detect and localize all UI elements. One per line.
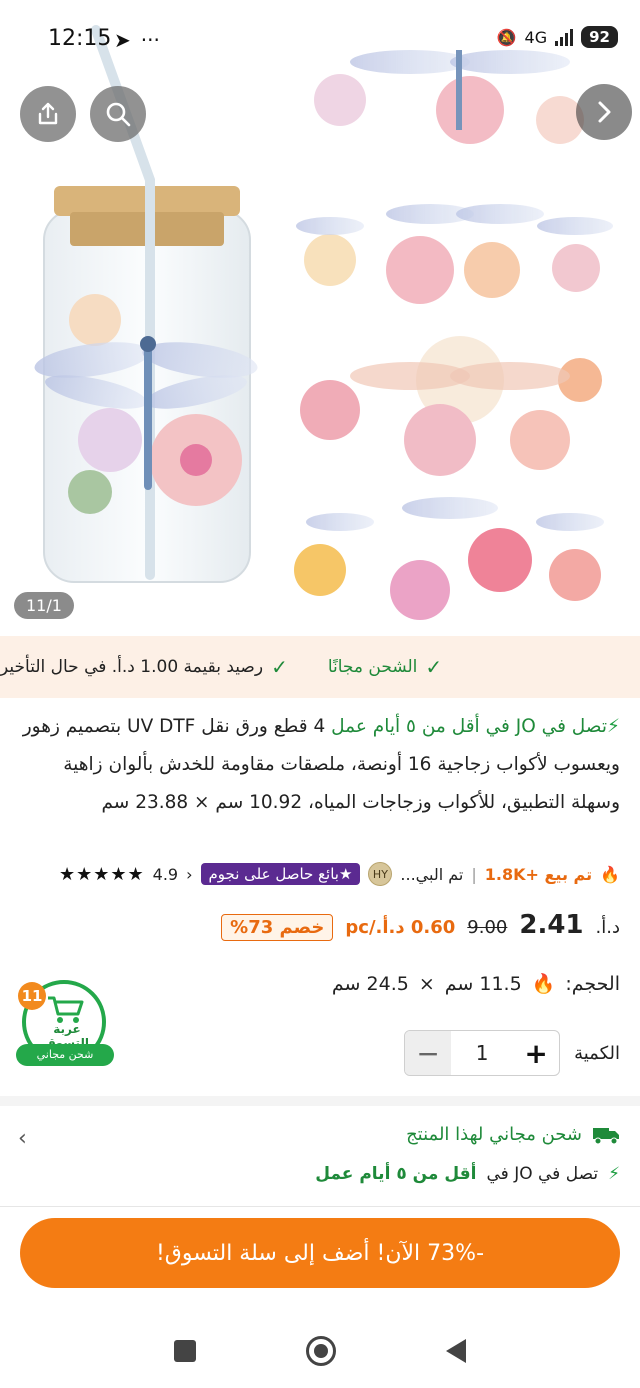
truck-icon xyxy=(593,1127,619,1144)
telegram-icon: ➤ xyxy=(114,28,131,52)
product-meta-row: 🔥 تم بيع +1.8K | تم البي... HY ★بائع حاص… xyxy=(18,862,620,886)
floating-cart-button[interactable]: 11 عربة التسوق شحن مجاني xyxy=(16,976,114,1068)
current-price: 2.41 xyxy=(519,910,584,940)
product-page: 11/1 12:15 ➤ ··· 🔕 4G 92 ✓ الشحن مجانًا … xyxy=(0,0,640,1388)
seller-avatar[interactable]: HY xyxy=(368,862,393,886)
product-image xyxy=(34,25,613,620)
gallery-next-button[interactable] xyxy=(576,84,632,140)
mute-icon: 🔕 xyxy=(496,27,517,47)
more-dots-icon: ··· xyxy=(140,28,160,52)
image-counter: 11/1 xyxy=(14,592,74,619)
search-icon xyxy=(106,102,131,127)
size-option-a[interactable]: 11.5 سم xyxy=(445,973,522,995)
cart-free-shipping: شحن مجاني xyxy=(16,1044,114,1066)
status-right: 🔕 4G 92 xyxy=(497,26,618,48)
size-times: × xyxy=(418,972,435,995)
fast-delivery-text: تصل في JO في أقل من ٥ أيام عمل xyxy=(331,716,607,737)
share-icon xyxy=(38,102,58,125)
lightning-icon: ⚡ xyxy=(608,1164,620,1184)
check-icon: ✓ xyxy=(271,655,288,679)
sold-count: تم بيع +1.8K xyxy=(484,864,593,884)
back-button[interactable] xyxy=(446,1339,466,1363)
status-notification-icons: ➤ ··· xyxy=(114,28,160,52)
quantity-increase-button[interactable]: + xyxy=(513,1031,559,1075)
home-button[interactable] xyxy=(306,1336,336,1366)
chevron-left-icon[interactable]: ‹ xyxy=(18,1126,27,1151)
size-option-b[interactable]: 24.5 سم xyxy=(332,973,409,995)
free-shipping-title: شحن مجاني لهذا المنتج xyxy=(406,1124,582,1145)
delay-credit-text: رصيد بقيمة 1.00 د.أ. في حال التأخير xyxy=(0,657,264,677)
delivery-estimate-row: ⚡ تصل في JO في أقل من ٥ أيام عمل xyxy=(315,1164,620,1184)
quantity-label: الكمية xyxy=(574,1042,620,1064)
product-title: ⚡تصل في JO في أقل من ٥ أيام عمل 4 قطع ور… xyxy=(18,708,620,822)
divider-line xyxy=(0,1206,640,1207)
divider: | xyxy=(471,864,477,884)
quantity-value[interactable]: 1 xyxy=(451,1041,513,1065)
recents-button[interactable] xyxy=(174,1340,196,1362)
quantity-row: الكمية − 1 + xyxy=(404,1030,620,1076)
signal-icon xyxy=(555,28,574,46)
status-time: 12:15 xyxy=(48,26,112,51)
free-shipping-item: ✓ الشحن مجانًا xyxy=(328,655,442,679)
share-button[interactable] xyxy=(20,86,76,142)
shipping-strip[interactable]: ✓ الشحن مجانًا ✓ رصيد بقيمة 1.00 د.أ. في… xyxy=(0,636,640,698)
quantity-stepper[interactable]: − 1 + xyxy=(404,1030,561,1076)
add-to-cart-button[interactable]: -73% الآن! أضف إلى سلة التسوق! xyxy=(20,1218,620,1288)
delay-credit-item: ✓ رصيد بقيمة 1.00 د.أ. في حال التأخير xyxy=(0,655,288,679)
chevron-right-icon xyxy=(598,101,611,123)
fire-icon: 🔥 xyxy=(600,864,620,884)
system-nav-bar xyxy=(0,1314,640,1388)
status-bar: 12:15 ➤ ··· 🔕 4G 92 xyxy=(0,0,640,76)
free-shipping-row[interactable]: شحن مجاني لهذا المنتج xyxy=(406,1124,620,1145)
fire-icon: 🔥 xyxy=(531,973,556,995)
free-shipping-text: الشحن مجانًا xyxy=(327,657,418,677)
star-seller-badge: ★بائع حاصل على نجوم xyxy=(200,863,361,885)
price-row: د.أ. 2.41 9.00 0.60 د.أ./pc خصم 73% xyxy=(18,910,620,941)
check-icon: ✓ xyxy=(425,655,443,679)
lightning-icon: ⚡ xyxy=(607,716,620,737)
unit-price: 0.60 د.أ./pc xyxy=(345,917,456,938)
delivery-prefix: تصل في JO في xyxy=(486,1164,599,1184)
chevron-left-icon[interactable]: ‹ xyxy=(186,865,192,884)
cart-count-badge: 11 xyxy=(18,982,46,1010)
star-icon: ★ xyxy=(338,865,353,883)
currency: د.أ. xyxy=(595,917,620,938)
battery-indicator: 92 xyxy=(581,26,618,48)
original-price: 9.00 xyxy=(467,917,508,938)
rating-stars[interactable]: ★★★★★ xyxy=(59,864,145,885)
product-gallery[interactable]: 11/1 xyxy=(0,0,640,628)
discount-badge: خصم 73% xyxy=(221,914,334,941)
quantity-decrease-button[interactable]: − xyxy=(405,1031,452,1075)
section-divider xyxy=(0,1096,640,1106)
size-row: الحجم: 🔥 11.5 سم × 24.5 سم xyxy=(332,972,620,996)
seller-name[interactable]: تم البي... xyxy=(400,865,463,884)
rating-value: 4.9 xyxy=(152,864,179,884)
home-icon xyxy=(314,1344,328,1358)
star-seller-label: بائع حاصل على نجوم xyxy=(208,865,339,883)
size-label: الحجم: xyxy=(565,972,620,995)
network-label: 4G xyxy=(524,27,548,47)
cart-icon xyxy=(48,996,84,1023)
search-button[interactable] xyxy=(90,86,146,142)
delivery-bold: أقل من ٥ أيام عمل xyxy=(315,1164,477,1184)
